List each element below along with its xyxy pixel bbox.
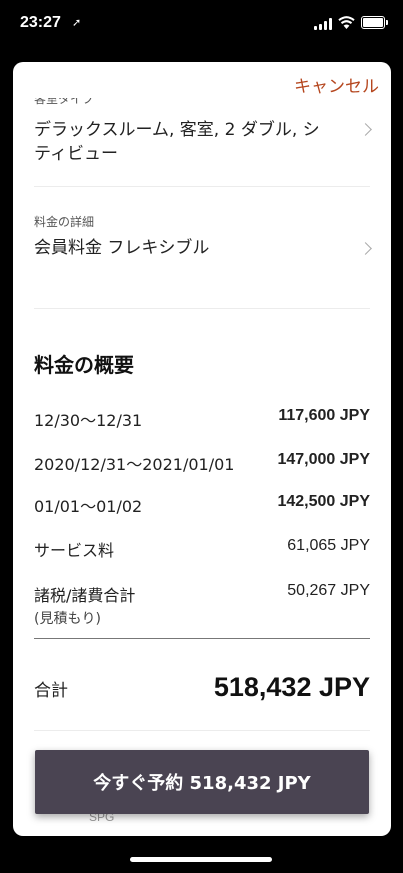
total-value: 518,432 JPY [213, 672, 370, 702]
booking-sheet: キャンセル 客室タイプ デラックスルーム, 客室, 2 ダブル, シ ティビュー… [13, 62, 391, 836]
price-row-value: 142,500 JPY [277, 493, 370, 510]
price-row-value: 61,065 JPY [287, 537, 370, 554]
price-row-value: 117,600 JPY [278, 407, 370, 424]
room-type-line1: デラックスルーム, 客室, 2 ダブル, シ [34, 120, 320, 140]
cancel-button[interactable]: キャンセル [294, 72, 379, 97]
home-indicator[interactable] [130, 857, 272, 862]
room-type-line2: ティビュー [34, 144, 118, 164]
price-row-label: 2020/12/31～2021/01/01 [34, 455, 235, 474]
signal-icon [314, 17, 334, 30]
total-divider [34, 638, 370, 639]
price-row-label: サービス料 [34, 541, 115, 560]
status-bar: 23:27 ➚ [0, 0, 403, 50]
tax-sublabel: (見積もり) [34, 611, 101, 627]
location-arrow-icon: ➚ [72, 16, 82, 29]
summary-title: 料金の概要 [34, 353, 134, 377]
chevron-right-icon [359, 123, 372, 136]
status-time: 23:27 [20, 14, 61, 31]
divider [34, 308, 370, 309]
price-row-label: 01/01～01/02 [34, 497, 143, 516]
chevron-right-icon [359, 242, 372, 255]
divider [34, 186, 370, 187]
price-row-label: 12/30～12/31 [34, 411, 143, 430]
price-row-label: 諸税/諸費合計 (見積もり) [34, 582, 135, 628]
battery-icon [361, 16, 388, 29]
rate-details-label: 料金の詳細 [34, 215, 95, 229]
book-now-button[interactable]: 今すぐ予約 518,432 JPY [35, 750, 369, 814]
divider [34, 730, 370, 731]
price-row-value: 147,000 JPY [277, 451, 370, 468]
tax-label: 諸税/諸費合計 [34, 586, 136, 605]
rate-details-value: 会員料金 フレキシブル [34, 238, 210, 258]
room-type-label: 客室タイプ [34, 92, 95, 106]
price-row-value: 50,267 JPY [287, 582, 370, 599]
total-label: 合計 [34, 681, 68, 701]
wifi-icon [338, 16, 355, 29]
